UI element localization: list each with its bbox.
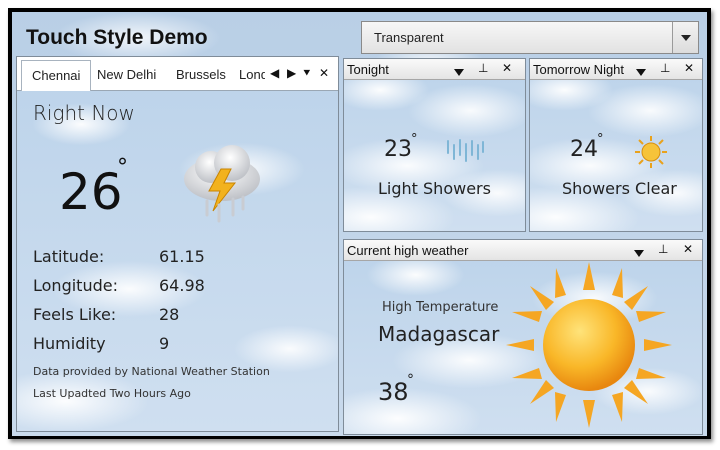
pin-icon[interactable]: ⊥ xyxy=(478,61,488,75)
tonight-temperature: 23 xyxy=(384,137,412,162)
high-temperature-place: Madagascar xyxy=(378,322,500,346)
pin-icon[interactable]: ⊥ xyxy=(658,242,668,256)
tab-new-delhi[interactable]: New Delhi xyxy=(97,67,156,82)
current-temperature: 26 xyxy=(59,163,123,221)
humidity-value: 9 xyxy=(159,334,170,353)
humidity-label: Humidity xyxy=(33,334,106,353)
tonight-panel-title: Tonight xyxy=(347,62,389,77)
tab-chennai[interactable]: Chennai xyxy=(21,60,92,91)
close-icon[interactable]: ✕ xyxy=(319,67,329,80)
right-now-heading: Right Now xyxy=(33,101,135,125)
city-weather-pane: Chennai New Delhi Brussels London ◀ ▶ ⯆ … xyxy=(16,56,339,432)
tab-brussels[interactable]: Brussels xyxy=(176,67,226,82)
sun-small-icon xyxy=(635,136,667,168)
thunderstorm-cloud-icon xyxy=(184,145,260,223)
degree-symbol: ° xyxy=(117,155,128,180)
degree-symbol: ° xyxy=(597,132,604,147)
current-high-panel-title: Current high weather xyxy=(347,243,469,258)
rain-icon xyxy=(447,139,484,162)
city-tabstrip: Chennai New Delhi Brussels London ◀ ▶ ⯆ … xyxy=(17,57,338,91)
tomorrow-night-panel-header: Tomorrow Night ⊥ ✕ xyxy=(530,59,702,80)
current-high-panel-header: Current high weather ⊥ ✕ xyxy=(344,240,702,261)
current-high-weather-panel: Current high weather ⊥ ✕ High Temperatur… xyxy=(343,239,703,435)
close-icon[interactable]: ✕ xyxy=(683,242,693,256)
source-note: Data provided by National Weather Statio… xyxy=(33,365,270,378)
chevron-down-icon[interactable] xyxy=(672,22,698,53)
longitude-value: 64.98 xyxy=(159,276,205,295)
tonight-panel: Tonight ⊥ ✕ 23 ° Light Showers xyxy=(343,58,526,232)
tomorrow-night-condition: Showers Clear xyxy=(562,179,677,198)
tab-london[interactable]: London xyxy=(239,67,265,82)
degree-symbol: ° xyxy=(411,132,418,147)
theme-select[interactable]: Transparent xyxy=(361,21,699,54)
feels-like-label: Feels Like: xyxy=(33,305,117,324)
city-weather-body: Right Now 26 ° Latitude: 61.15 Longitude… xyxy=(17,91,338,431)
scroll-right-icon[interactable]: ▶ xyxy=(287,67,296,80)
tab-menu-icon[interactable]: ⯆ xyxy=(302,67,312,80)
high-temperature-value: 38 xyxy=(378,378,409,406)
tomorrow-night-temperature: 24 xyxy=(570,137,598,162)
longitude-label: Longitude: xyxy=(33,276,118,295)
scroll-left-icon[interactable]: ◀ xyxy=(270,67,279,80)
tonight-condition: Light Showers xyxy=(378,179,491,198)
tomorrow-night-panel-title: Tomorrow Night xyxy=(533,62,625,77)
close-icon[interactable]: ✕ xyxy=(502,61,512,75)
tomorrow-night-panel: Tomorrow Night ⊥ ✕ 24 ° Showers Clear xyxy=(529,58,703,232)
app-title: Touch Style Demo xyxy=(26,26,208,49)
panel-menu-icon[interactable] xyxy=(636,65,646,79)
panel-menu-icon[interactable] xyxy=(454,65,464,79)
degree-symbol: ° xyxy=(407,372,414,388)
pin-icon[interactable]: ⊥ xyxy=(660,61,670,75)
app-window: Touch Style Demo Transparent Chennai New… xyxy=(12,12,707,436)
latitude-label: Latitude: xyxy=(33,247,105,266)
app-window-frame: Touch Style Demo Transparent Chennai New… xyxy=(8,8,711,439)
latitude-value: 61.15 xyxy=(159,247,205,266)
panel-menu-icon[interactable] xyxy=(634,246,644,260)
high-temperature-label: High Temperature xyxy=(382,300,499,315)
updated-note: Last Upadted Two Hours Ago xyxy=(33,387,191,400)
theme-select-value: Transparent xyxy=(374,30,444,45)
close-icon[interactable]: ✕ xyxy=(684,61,694,75)
tonight-panel-header: Tonight ⊥ ✕ xyxy=(344,59,525,80)
feels-like-value: 28 xyxy=(159,305,180,324)
sun-large-icon xyxy=(506,262,672,428)
